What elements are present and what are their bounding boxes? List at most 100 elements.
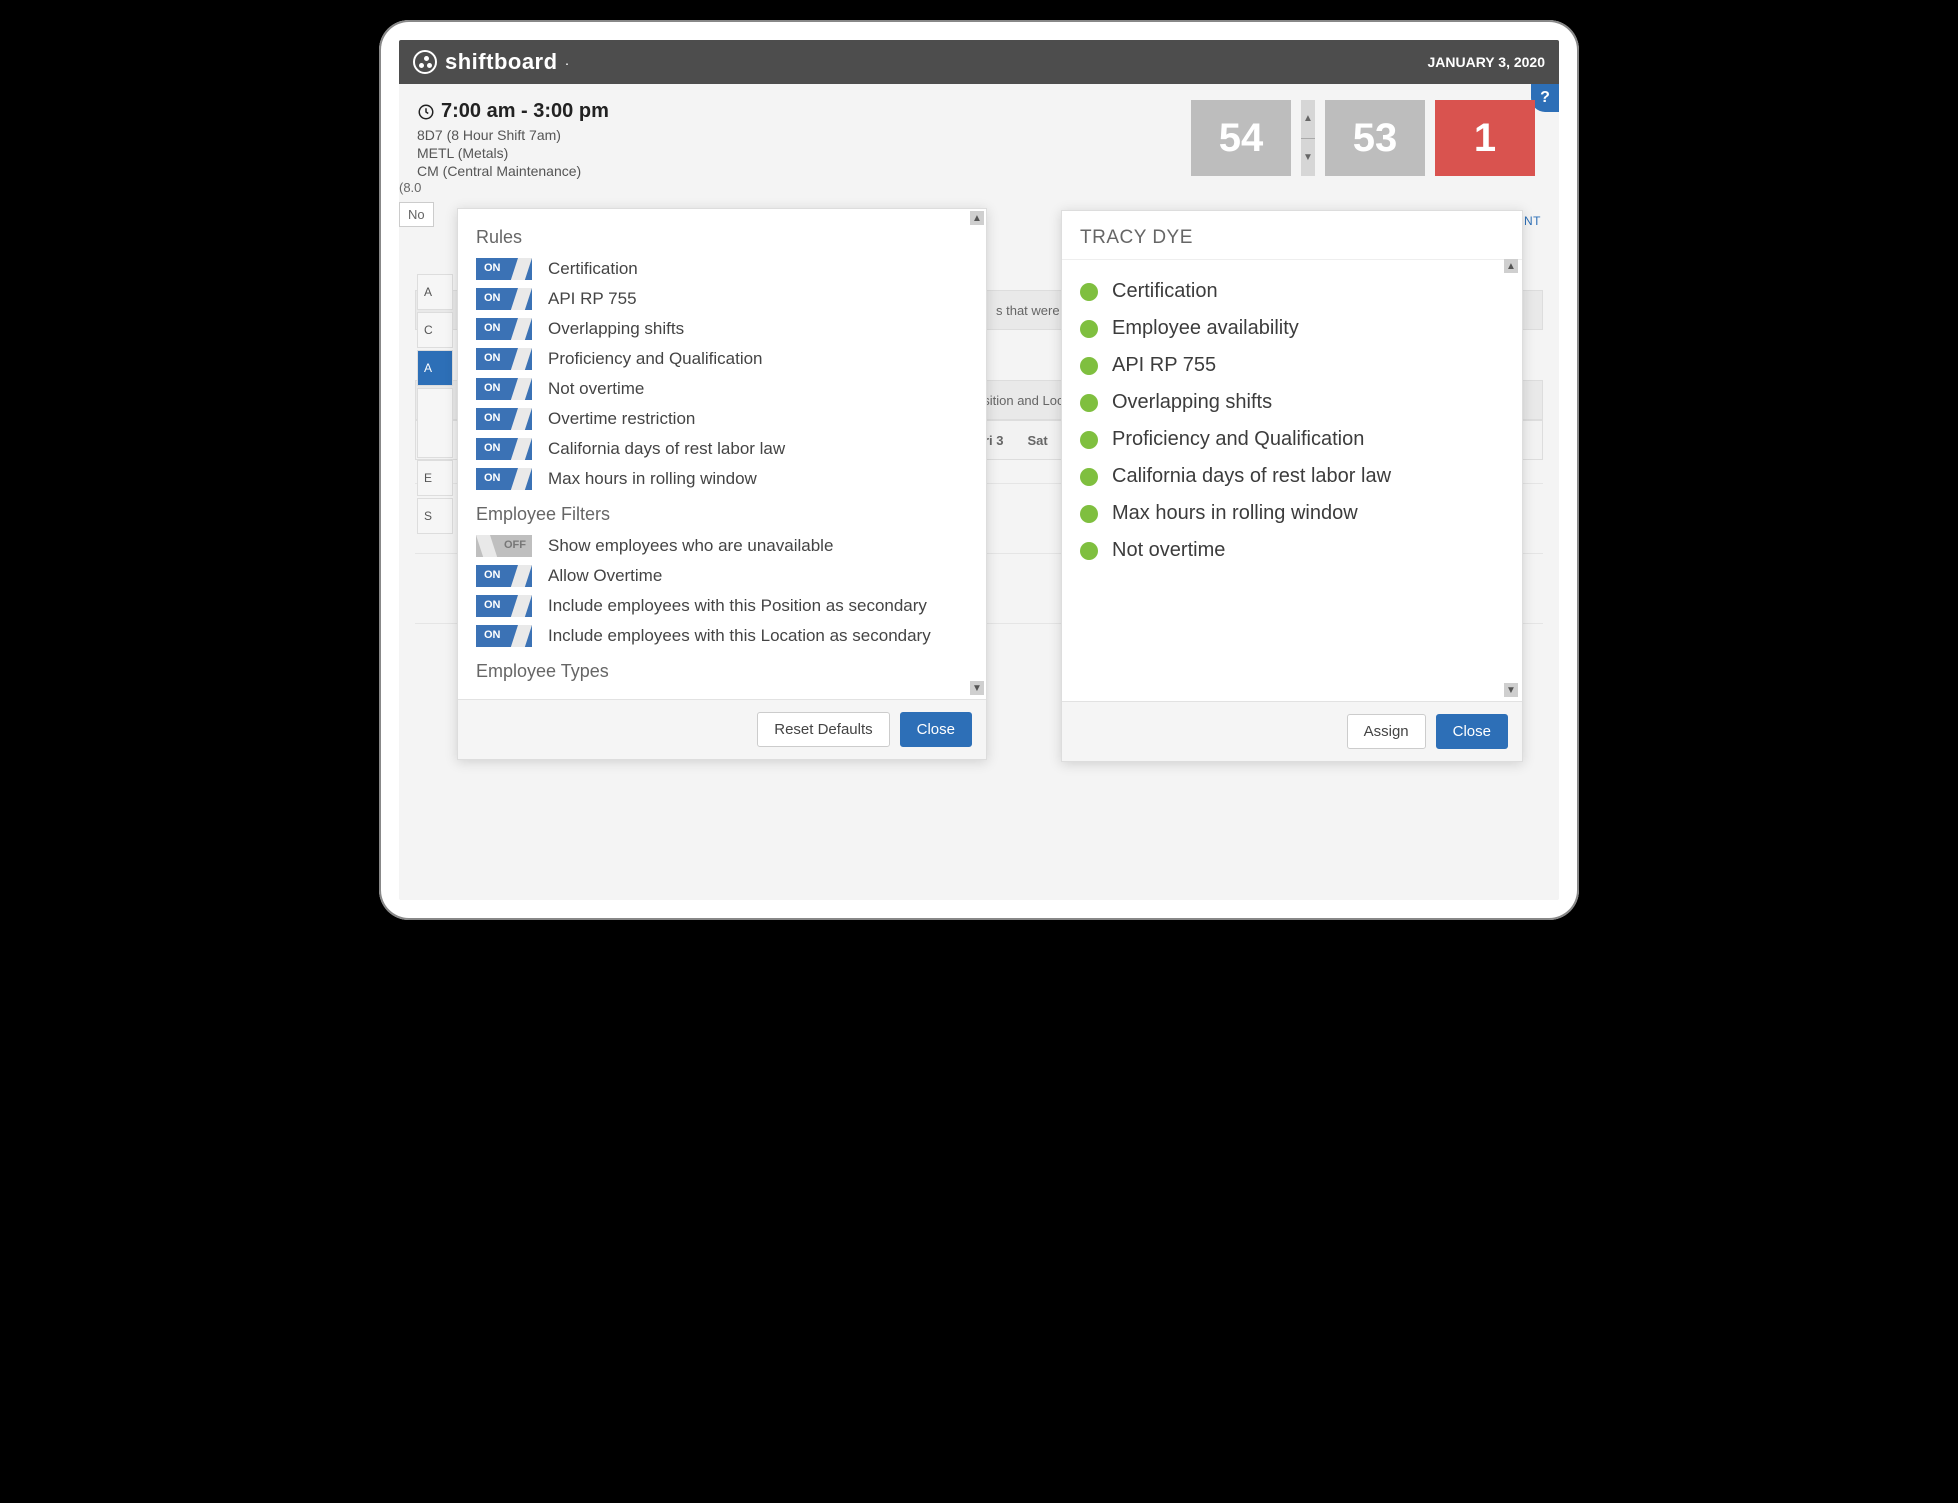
check-label: Certification xyxy=(1112,280,1218,303)
toggle[interactable]: ON xyxy=(476,438,532,460)
brand-logo-icon xyxy=(413,50,437,74)
shift-dept: CM (Central Maintenance) xyxy=(417,163,609,179)
rule-row: ON Overtime restriction xyxy=(476,408,968,430)
sidebar-letter[interactable]: A xyxy=(417,274,453,310)
shift-time: 7:00 am - 3:00 pm xyxy=(417,100,609,123)
rule-row: OFF Show employees who are unavailable xyxy=(476,535,968,557)
check-row: Max hours in rolling window xyxy=(1080,502,1504,525)
content: 7:00 am - 3:00 pm 8D7 (8 Hour Shift 7am)… xyxy=(399,84,1559,900)
check-row: Employee availability xyxy=(1080,317,1504,340)
metric-stepper: ▲ ▼ xyxy=(1301,100,1315,176)
rule-label: API RP 755 xyxy=(548,289,637,309)
brand-name: shiftboard xyxy=(445,49,558,75)
toggle[interactable]: ON xyxy=(476,468,532,490)
rule-row: ON API RP 755 xyxy=(476,288,968,310)
sidebar-letter[interactable]: E xyxy=(417,460,453,496)
rule-label: Include employees with this Position as … xyxy=(548,596,927,616)
sidebar-letter[interactable]: S xyxy=(417,498,453,534)
rule-label: Not overtime xyxy=(548,379,644,399)
rule-label: Include employees with this Location as … xyxy=(548,626,931,646)
device-frame: shiftboard. JANUARY 3, 2020 ? 7:00 am - … xyxy=(379,20,1579,920)
metric-c[interactable]: 1 xyxy=(1435,100,1535,176)
topbar-date: JANUARY 3, 2020 xyxy=(1427,54,1545,70)
check-row: Proficiency and Qualification xyxy=(1080,428,1504,451)
rule-row: ON California days of rest labor law xyxy=(476,438,968,460)
sidebar-letter[interactable]: C xyxy=(417,312,453,348)
rule-label: Proficiency and Qualification xyxy=(548,349,763,369)
check-row: California days of rest labor law xyxy=(1080,465,1504,488)
shift-info: 7:00 am - 3:00 pm 8D7 (8 Hour Shift 7am)… xyxy=(417,100,609,179)
rule-row: ON Allow Overtime xyxy=(476,565,968,587)
rule-label: Max hours in rolling window xyxy=(548,469,757,489)
employee-modal-footer: Assign Close xyxy=(1062,701,1522,761)
rules-modal-footer: Reset Defaults Close xyxy=(458,699,986,759)
toggle[interactable]: ON xyxy=(476,348,532,370)
types-section-title: Employee Types xyxy=(476,661,968,682)
check-pass-icon xyxy=(1080,357,1098,375)
close-button[interactable]: Close xyxy=(900,712,972,747)
rules-modal: ▲ ▼ Rules ONCertificationONAPI RP 755ONO… xyxy=(457,208,987,760)
check-row: API RP 755 xyxy=(1080,354,1504,377)
notes-button-partial[interactable]: No xyxy=(399,202,434,227)
check-pass-icon xyxy=(1080,320,1098,338)
check-label: California days of rest labor law xyxy=(1112,465,1391,488)
check-label: Proficiency and Qualification xyxy=(1112,428,1364,451)
rule-label: Show employees who are unavailable xyxy=(548,536,833,556)
rule-label: California days of rest labor law xyxy=(548,439,785,459)
toggle[interactable]: ON xyxy=(476,595,532,617)
check-label: Not overtime xyxy=(1112,539,1225,562)
rule-row: ON Proficiency and Qualification xyxy=(476,348,968,370)
employee-modal-body: Certification Employee availability API RP… xyxy=(1062,260,1522,701)
app-window: shiftboard. JANUARY 3, 2020 ? 7:00 am - … xyxy=(399,40,1559,900)
toggle[interactable]: ON xyxy=(476,318,532,340)
check-label: Overlapping shifts xyxy=(1112,391,1272,414)
toggle[interactable]: ON xyxy=(476,288,532,310)
metric-a[interactable]: 54 xyxy=(1191,100,1291,176)
check-row: Overlapping shifts xyxy=(1080,391,1504,414)
check-label: Max hours in rolling window xyxy=(1112,502,1358,525)
check-pass-icon xyxy=(1080,283,1098,301)
brand: shiftboard. xyxy=(413,49,569,75)
rules-modal-body: Rules ONCertificationONAPI RP 755ONOverl… xyxy=(458,209,986,699)
rule-label: Overlapping shifts xyxy=(548,319,684,339)
chevron-up-icon[interactable]: ▲ xyxy=(1301,100,1315,139)
rule-label: Allow Overtime xyxy=(548,566,662,586)
rule-row: ONCertification xyxy=(476,258,968,280)
rule-row: ON Not overtime xyxy=(476,378,968,400)
sidebar-letter-active[interactable]: A xyxy=(417,350,453,386)
sidebar-letters: A C A E S xyxy=(417,274,453,536)
rule-row: ON Include employees with this Position a… xyxy=(476,595,968,617)
toggle[interactable]: OFF xyxy=(476,535,532,557)
rule-label: Overtime restriction xyxy=(548,409,695,429)
topbar: shiftboard. JANUARY 3, 2020 xyxy=(399,40,1559,84)
toggle[interactable]: ON xyxy=(476,625,532,647)
rule-row: ON Include employees with this Location a… xyxy=(476,625,968,647)
reset-defaults-button[interactable]: Reset Defaults xyxy=(757,712,889,747)
check-pass-icon xyxy=(1080,468,1098,486)
toggle[interactable]: ON xyxy=(476,565,532,587)
check-pass-icon xyxy=(1080,542,1098,560)
metrics: 54 ▲ ▼ 53 1 xyxy=(1191,100,1535,176)
rule-row: ON Max hours in rolling window xyxy=(476,468,968,490)
check-label: Employee availability xyxy=(1112,317,1299,340)
metric-b[interactable]: 53 xyxy=(1325,100,1425,176)
close-button[interactable]: Close xyxy=(1436,714,1508,749)
hours-partial: (8.0 xyxy=(399,180,421,195)
filters-section-title: Employee Filters xyxy=(476,504,968,525)
rules-section-title: Rules xyxy=(476,227,968,248)
toggle[interactable]: ON xyxy=(476,258,532,280)
chevron-down-icon[interactable]: ▼ xyxy=(1301,139,1315,177)
sidebar-letter[interactable] xyxy=(417,388,453,458)
shift-header: 7:00 am - 3:00 pm 8D7 (8 Hour Shift 7am)… xyxy=(417,100,1541,179)
toggle[interactable]: ON xyxy=(476,408,532,430)
toggle[interactable]: ON xyxy=(476,378,532,400)
shift-code: 8D7 (8 Hour Shift 7am) xyxy=(417,127,609,143)
shift-loc: METL (Metals) xyxy=(417,145,609,161)
clock-icon xyxy=(417,103,435,121)
employee-modal: TRACY DYE ▲ ▼ CertificationEmployee avai… xyxy=(1061,210,1523,762)
check-row: Certification xyxy=(1080,280,1504,303)
check-row: Not overtime xyxy=(1080,539,1504,562)
check-label: API RP 755 xyxy=(1112,354,1216,377)
rule-row: ON Overlapping shifts xyxy=(476,318,968,340)
assign-button[interactable]: Assign xyxy=(1347,714,1426,749)
